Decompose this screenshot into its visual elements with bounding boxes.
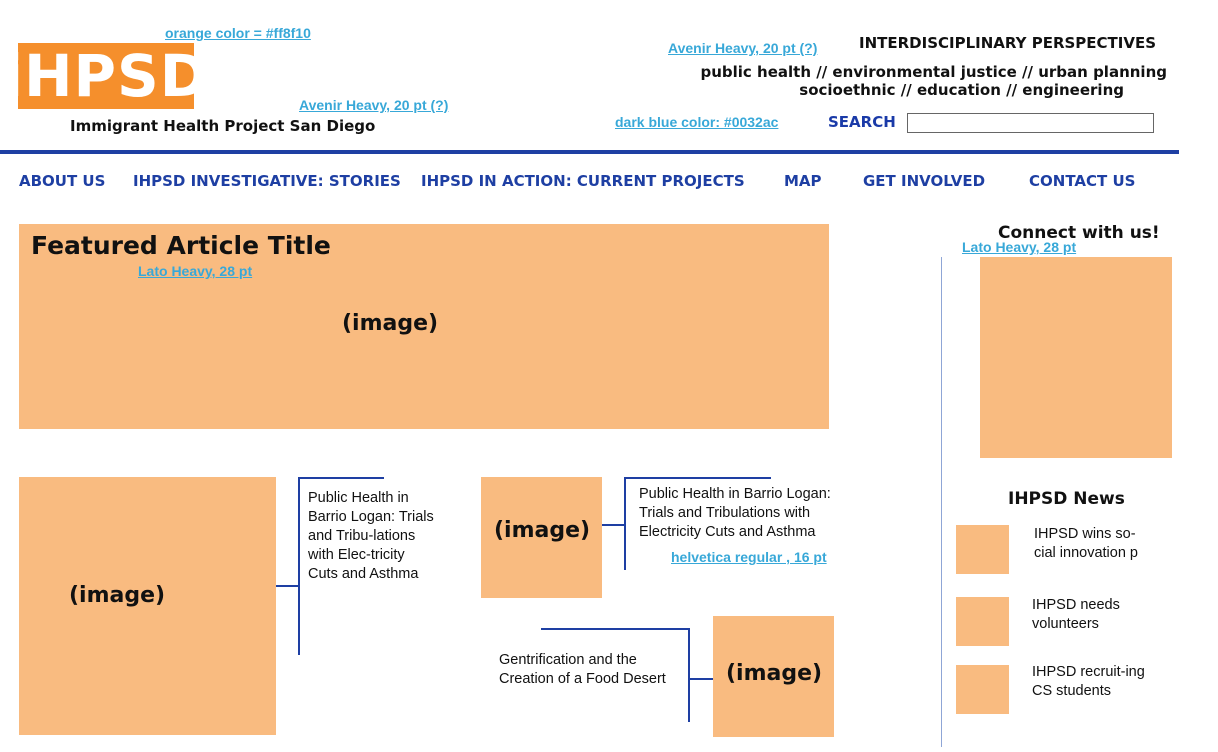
nav-map[interactable]: MAP bbox=[784, 172, 822, 190]
perspectives-title: INTERDISCIPLINARY PERSPECTIVES bbox=[859, 34, 1157, 52]
connector-line bbox=[298, 477, 384, 479]
sidebar-divider bbox=[941, 257, 942, 747]
connector-line bbox=[541, 628, 690, 630]
news-title: IHPSD News bbox=[1008, 489, 1125, 509]
perspectives-line-2: socioethnic // education // engineering bbox=[799, 81, 1124, 99]
article-2-image-label: (image) bbox=[494, 518, 591, 543]
font-note-connect: Lato Heavy, 28 pt bbox=[962, 239, 1077, 255]
news-1-text[interactable]: IHPSD wins so-cial innovation p bbox=[1034, 525, 1152, 563]
font-note-header: Avenir Heavy, 20 pt (?) bbox=[668, 40, 818, 56]
search-label: SEARCH bbox=[828, 113, 896, 131]
article-1-image-label: (image) bbox=[69, 583, 166, 608]
font-note-featured: Lato Heavy, 28 pt bbox=[138, 263, 253, 279]
nav-investigative-stories[interactable]: IHPSD INVESTIGATIVE: STORIES bbox=[133, 172, 401, 190]
news-3-text[interactable]: IHPSD recruit-ing CS students bbox=[1032, 663, 1150, 701]
news-2-thumbnail[interactable] bbox=[956, 597, 1009, 646]
featured-article-title[interactable]: Featured Article Title bbox=[31, 231, 331, 260]
nav-contact-us[interactable]: CONTACT US bbox=[1029, 172, 1135, 190]
article-1-text[interactable]: Public Health in Barrio Logan: Trials an… bbox=[308, 489, 434, 584]
connector-line bbox=[624, 477, 771, 479]
article-3-text[interactable]: Gentrification and the Creation of a Foo… bbox=[499, 651, 687, 689]
nav-current-projects[interactable]: IHPSD IN ACTION: CURRENT PROJECTS bbox=[421, 172, 745, 190]
featured-image-label: (image) bbox=[342, 311, 439, 336]
site-tagline: Immigrant Health Project San Diego bbox=[70, 117, 376, 135]
article-2-text[interactable]: Public Health in Barrio Logan: Trials an… bbox=[639, 485, 869, 542]
search-input[interactable] bbox=[907, 113, 1154, 133]
article-3-image-label: (image) bbox=[726, 661, 823, 686]
news-3-thumbnail[interactable] bbox=[956, 665, 1009, 714]
font-note-body: helvetica regular , 16 pt bbox=[671, 549, 827, 565]
connector-line bbox=[690, 678, 713, 680]
connector-line bbox=[276, 585, 298, 587]
font-note-tagline: Avenir Heavy, 20 pt (?) bbox=[299, 97, 449, 113]
nav-get-involved[interactable]: GET INVOLVED bbox=[863, 172, 985, 190]
news-2-text[interactable]: IHPSD needs volunteers bbox=[1032, 596, 1150, 634]
connector-line bbox=[624, 477, 626, 570]
header-divider bbox=[0, 150, 1179, 154]
nav-about-us[interactable]: ABOUT US bbox=[19, 172, 105, 190]
orange-color-note: orange color = #ff8f10 bbox=[165, 25, 311, 41]
connector-line bbox=[602, 524, 624, 526]
social-feed-image[interactable] bbox=[980, 257, 1172, 458]
connector-line bbox=[298, 477, 300, 655]
dark-blue-color-note: dark blue color: #0032ac bbox=[615, 114, 779, 130]
connector-line bbox=[688, 628, 690, 722]
perspectives-line-1: public health // environmental justice /… bbox=[700, 63, 1168, 81]
news-1-thumbnail[interactable] bbox=[956, 525, 1009, 574]
ihpsd-logo[interactable]: iHPSD bbox=[3, 43, 208, 109]
